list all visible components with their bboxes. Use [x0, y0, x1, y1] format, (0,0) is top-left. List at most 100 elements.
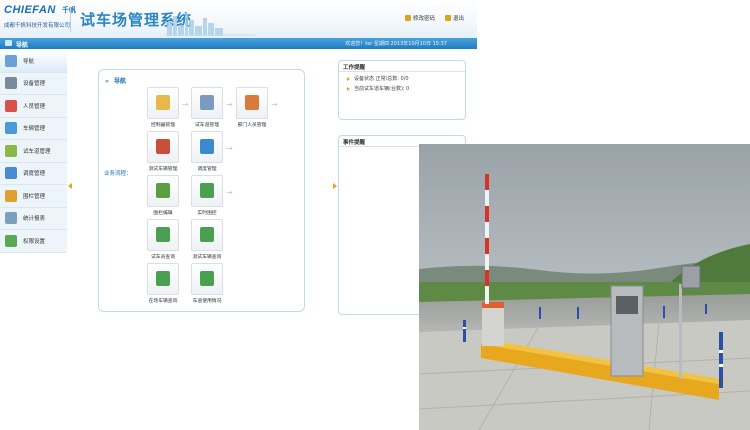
sidebar: 导航设备管理人员管理车辆管理试车道管理调度管理围栏管理统计报表权限设置 [0, 50, 67, 253]
flow-arrow-icon: → [226, 144, 233, 153]
company-name: 成都千帆科技开发有限公司 [4, 23, 71, 29]
work-reminder-title: 工作提醒 [339, 61, 465, 72]
workflow-tile[interactable]: 部门人员管理 [236, 87, 268, 128]
compass-icon [5, 54, 17, 67]
driver-query-icon [156, 227, 170, 242]
tile-label: 部门人员管理 [237, 123, 267, 128]
workflow-tile[interactable]: 在场车辆查询 [147, 263, 179, 304]
sidebar-item[interactable]: 试车道管理 [0, 140, 67, 163]
fence-edit-icon [156, 183, 170, 198]
tile-label: 调度管理 [197, 167, 217, 172]
vehicle-query-icon [200, 227, 214, 242]
sidebar-item-label: 试车道管理 [23, 148, 51, 155]
workflow-tile[interactable]: 测试车辆查询 [191, 219, 223, 260]
flow-arrow-icon: → [271, 100, 278, 109]
sidebar-item[interactable]: 调度管理 [0, 163, 67, 185]
fence-icon [5, 189, 17, 202]
sidebar-item[interactable]: 围栏管理 [0, 185, 67, 208]
tile-frame [147, 87, 179, 119]
tile-frame [147, 175, 179, 207]
change-password-link[interactable]: 修改密码 [405, 14, 435, 22]
brand-logo: CHIEFAN [4, 4, 56, 16]
double-chevron-icon: » [105, 78, 109, 85]
workflow-tile[interactable]: 试车员查询 [147, 219, 179, 260]
vehicle-icon [5, 122, 17, 135]
tile-frame [236, 87, 268, 119]
sidebar-item-label: 围栏管理 [23, 193, 46, 200]
reminder-text: 设备状态 正常/总数: 0/0 [354, 76, 409, 82]
logout-icon [445, 15, 451, 21]
workflow-tile[interactable]: 调度管理 [191, 131, 223, 172]
workflow-tile[interactable]: 实时围控 [191, 175, 223, 216]
sidebar-item-label: 导航 [23, 58, 35, 65]
sidebar-item[interactable]: 车辆管理 [0, 118, 67, 140]
business-process-label: 业务流程： [104, 171, 132, 177]
sidebar-item[interactable]: 导航 [0, 50, 67, 73]
tile-label: 实时围控 [197, 211, 217, 216]
logout-link[interactable]: 退出 [445, 14, 464, 22]
tile-label: 控制器管理 [151, 123, 175, 128]
sidebar-item-label: 统计报表 [23, 216, 46, 223]
tile-label: 试车员查询 [151, 255, 175, 260]
tile-frame [191, 87, 223, 119]
permission-icon [5, 234, 17, 247]
workflow-tile[interactable]: 试车道管理 [191, 87, 223, 128]
reminder-text: 当前试车道车辆(台数): 0 [354, 86, 410, 92]
flow-arrow-icon: → [182, 100, 189, 109]
track-icon [5, 144, 17, 157]
workflow-tile[interactable]: 控制器管理 [147, 87, 179, 128]
home-icon [5, 40, 12, 46]
reminder-item[interactable]: 当前试车道车辆(台数): 0 [339, 82, 465, 92]
welcome-text: 欢迎您！ter 星期四 2013年10月10日 15:37 [345, 41, 447, 47]
sidebar-item[interactable]: 统计报表 [0, 208, 67, 230]
tile-label: 在场车辆查询 [148, 299, 178, 304]
tile-frame [147, 131, 179, 163]
collapse-sidebar-icon[interactable] [68, 183, 72, 189]
tile-label: 试车道管理 [195, 123, 219, 128]
key-icon [405, 15, 411, 21]
flow-arrow-icon: → [226, 100, 233, 109]
tile-frame [191, 131, 223, 163]
workflow-header: » 导航 [105, 76, 126, 85]
sidebar-item-label: 人员管理 [23, 103, 46, 110]
sidebar-item[interactable]: 人员管理 [0, 95, 67, 118]
barrier-gate-photo [419, 144, 750, 430]
tile-label: 车道使用情况 [192, 299, 222, 304]
sidebar-item-label: 权限设置 [23, 238, 46, 245]
department-icon [245, 95, 259, 110]
controller-icon [156, 95, 170, 110]
bullet-arrow-icon [347, 86, 350, 91]
workflow-tile[interactable]: 围栏编辑 [147, 175, 179, 216]
reminder-item[interactable]: 设备状态 正常/总数: 0/0 [339, 72, 465, 82]
sidebar-item[interactable]: 权限设置 [0, 230, 67, 253]
sidebar-item-label: 设备管理 [23, 81, 46, 88]
realtime-icon [200, 183, 214, 198]
bullet-arrow-icon [347, 76, 350, 81]
change-password-label: 修改密码 [413, 16, 436, 22]
workflow-tile[interactable]: 测试车辆管理 [147, 131, 179, 172]
device-icon [5, 77, 17, 90]
flow-arrow-icon: → [226, 188, 233, 197]
people-icon [5, 99, 17, 112]
workflow-panel: » 导航 业务流程： 控制器管理 试车道管理 部门人员管理测试车辆管理 调度管理围栏编… [98, 69, 305, 312]
tile-label: 测试车辆查询 [192, 255, 222, 260]
workflow-title: 导航 [113, 78, 126, 85]
workflow-tile[interactable]: 车道使用情况 [191, 263, 223, 304]
nav-bar-title: 导航 [16, 42, 29, 49]
tile-label: 围栏编辑 [153, 211, 173, 216]
expand-panel-icon[interactable] [333, 183, 337, 189]
sidebar-item[interactable]: 设备管理 [0, 73, 67, 95]
city-skyline-icon [165, 13, 255, 36]
track-edit-icon [200, 95, 214, 110]
onsite-query-icon [156, 271, 170, 286]
app-header: CHIEFAN 千帆 成都千帆科技开发有限公司 试车场管理系统 修改密码 退出 [0, 0, 477, 38]
tile-frame [147, 263, 179, 295]
tile-frame [191, 219, 223, 251]
sidebar-item-label: 车辆管理 [23, 126, 46, 133]
tile-frame [147, 219, 179, 251]
tile-frame [191, 175, 223, 207]
dispatch-icon [200, 139, 214, 154]
tile-label: 测试车辆管理 [148, 167, 178, 172]
header-divider [70, 6, 71, 32]
report-icon [5, 212, 17, 225]
